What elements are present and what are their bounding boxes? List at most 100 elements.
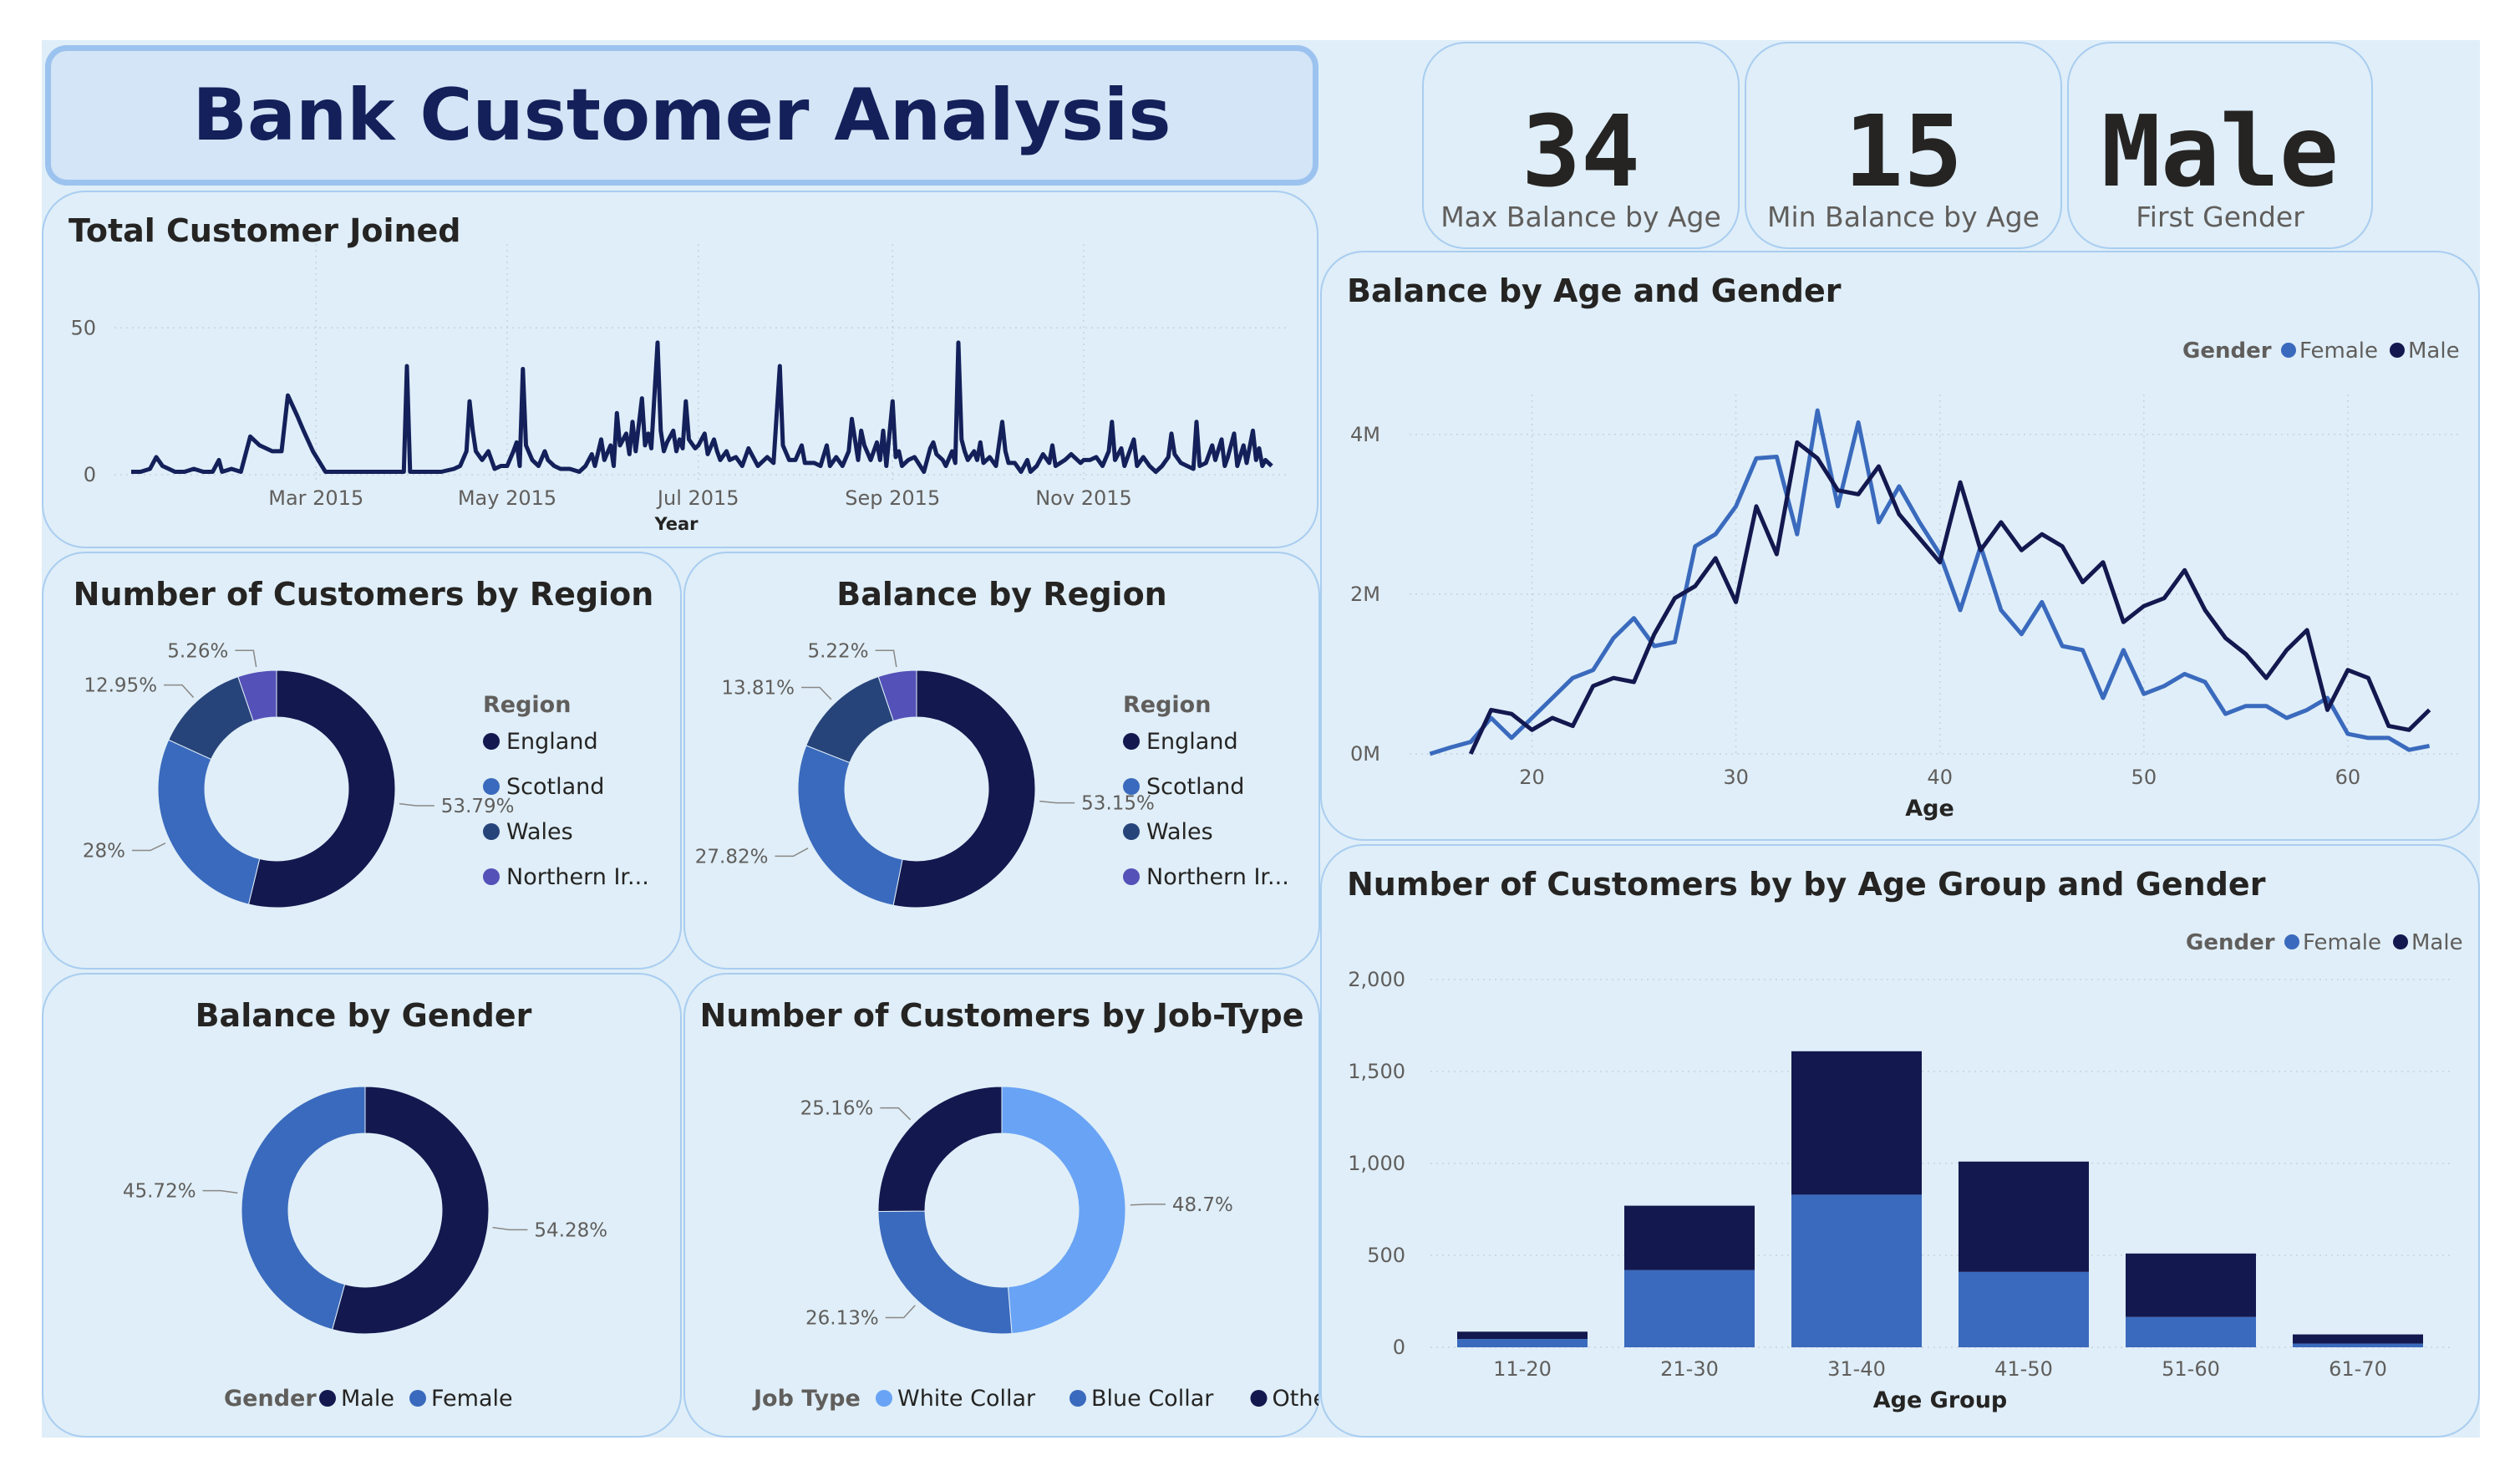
legend-marker (1250, 1390, 1268, 1407)
chart-title: Balance by Gender (196, 997, 532, 1034)
leader-line (202, 1189, 238, 1194)
chart-card-balance-by-age-gender[interactable]: Balance by Age and Gender 0M 2M 4M 20 30 40 50… (1320, 251, 2480, 841)
leader-line (875, 649, 897, 668)
legend-label: England (506, 729, 598, 755)
y-tick-label: 0 (84, 463, 96, 486)
chart-title: Balance by Region (836, 576, 1166, 613)
line-chart-balance-by-age-gender: 0M 2M 4M 20 30 40 50 60 Age Gender Female Male (1350, 338, 2460, 822)
x-tick-label: 60 (2335, 766, 2361, 789)
chart-card-customers-by-jobtype[interactable]: Number of Customers by Job-Type 48.7% 26.1… (683, 973, 1320, 1438)
legend-title: Region (483, 692, 571, 718)
series-line-male (1468, 440, 2431, 756)
legend-label: Blue Collar (1091, 1386, 1214, 1412)
legend-label: Northern Ir... (1146, 864, 1289, 890)
legend-label: Female (2303, 930, 2381, 955)
legend-label: England (1146, 729, 1238, 755)
legend-title: Job Type (752, 1386, 861, 1412)
legend-marker (2393, 934, 2408, 949)
bar-segment-male (1959, 1161, 2089, 1272)
x-tick-label: 50 (2131, 766, 2157, 789)
x-tick-label: 51-60 (2162, 1357, 2220, 1381)
bar-chart-customers-by-agegroup: 0 500 1,000 1,500 2,000 11-20 21-30 31-40 41-50 5… (1348, 930, 2462, 1413)
leader-line (1039, 800, 1075, 804)
leader-line (801, 686, 832, 700)
y-tick-label: 500 (1367, 1244, 1405, 1267)
data-label: 26.13% (805, 1308, 879, 1330)
legend-marker (876, 1390, 892, 1407)
legend-marker (1123, 733, 1140, 750)
legend-label: White Collar (897, 1386, 1036, 1412)
x-axis-title: Year (653, 514, 699, 534)
data-label: 48.7% (1172, 1194, 1233, 1216)
legend-label: Northern Ir... (506, 864, 649, 890)
x-tick-label: Mar 2015 (268, 486, 363, 510)
y-tick-label: 4M (1350, 423, 1380, 446)
leader-line (492, 1226, 528, 1231)
legend-marker (483, 778, 500, 795)
legend-marker (1123, 868, 1140, 885)
bar-segment-male (1624, 1205, 1755, 1270)
legend-title: Gender (2186, 930, 2275, 955)
bar-segment-male (2126, 1253, 2256, 1317)
dashboard-title: Bank Customer Analysis (192, 74, 1171, 157)
kpi-value: 15 (1843, 94, 1964, 209)
x-tick-label: 41-50 (1994, 1357, 2053, 1381)
donut-slice (797, 745, 903, 906)
bar-segment-female (1959, 1271, 2089, 1347)
leader-line (880, 1107, 912, 1121)
y-tick-label: 50 (70, 316, 96, 339)
x-tick-label: 20 (1519, 766, 1545, 789)
bar-segment-male (1457, 1331, 1588, 1340)
y-tick-label: 2M (1350, 583, 1380, 606)
legend-label: Male (2408, 338, 2460, 364)
legend-marker (1069, 1390, 1086, 1407)
chart-card-customers-by-region[interactable]: Number of Customers by Region 53.79% 28% 12… (42, 552, 682, 970)
x-tick-label: 11-20 (1493, 1357, 1552, 1381)
leader-line (775, 847, 809, 858)
legend-marker (483, 733, 500, 750)
kpi-card-max-balance-age[interactable]: 34 Max Balance by Age (1422, 42, 1740, 249)
x-tick-label: 61-70 (2329, 1357, 2387, 1381)
legend-marker (1123, 778, 1140, 795)
kpi-label: Max Balance by Age (1440, 201, 1721, 233)
kpi-card-min-balance-age[interactable]: 15 Min Balance by Age (1745, 42, 2062, 249)
y-tick-label: 0M (1350, 742, 1380, 766)
legend-title: Region (1123, 692, 1211, 718)
leader-line (399, 802, 434, 807)
bar-segment-female (2126, 1316, 2256, 1347)
series-line-customers-joined (131, 340, 1273, 474)
legend-label: Female (431, 1386, 513, 1412)
y-tick-label: 1,500 (1348, 1060, 1405, 1083)
data-label: 5.26% (167, 640, 228, 662)
leader-line (235, 649, 257, 668)
data-label: 45.72% (123, 1181, 196, 1203)
data-label: 54.28% (534, 1219, 607, 1241)
legend-marker (319, 1390, 336, 1407)
dashboard-title-card: Bank Customer Analysis (45, 45, 1318, 186)
chart-card-customers-joined[interactable]: Total Customer Joined 0 50 Mar 2015 May 201… (42, 191, 1318, 548)
legend-marker (409, 1390, 426, 1407)
kpi-value: 34 (1521, 94, 1641, 209)
chart-card-balance-by-region[interactable]: Balance by Region 53.15% 27.82% 13.81% 5.22%… (683, 552, 1320, 970)
chart-card-customers-by-agegroup[interactable]: Number of Customers by by Age Group and … (1320, 844, 2480, 1438)
kpi-label: First Gender (2136, 201, 2304, 233)
series-line-female (1429, 408, 2431, 756)
data-label: 25.16% (800, 1098, 874, 1120)
bar-segment-male (1791, 1051, 1922, 1195)
data-label: 53.15% (1081, 793, 1155, 815)
chart-card-balance-by-gender[interactable]: Balance by Gender 54.28% 45.72% Gender Male F… (42, 973, 682, 1438)
legend-label: Other (1273, 1386, 1319, 1412)
kpi-card-first-gender[interactable]: Male First Gender (2067, 42, 2373, 249)
leader-line (1130, 1204, 1166, 1206)
legend-marker (2281, 343, 2296, 358)
data-label: 12.95% (84, 675, 157, 697)
bar-segment-female (1457, 1339, 1588, 1347)
x-axis-title: Age (1905, 796, 1954, 822)
donut-slice (805, 675, 894, 764)
legend-marker (483, 823, 500, 840)
kpi-label: Min Balance by Age (1767, 201, 2040, 233)
legend-marker (2390, 343, 2405, 358)
leader-line (131, 842, 166, 852)
x-tick-label: Nov 2015 (1035, 486, 1132, 510)
bar-segment-female (1791, 1194, 1922, 1347)
